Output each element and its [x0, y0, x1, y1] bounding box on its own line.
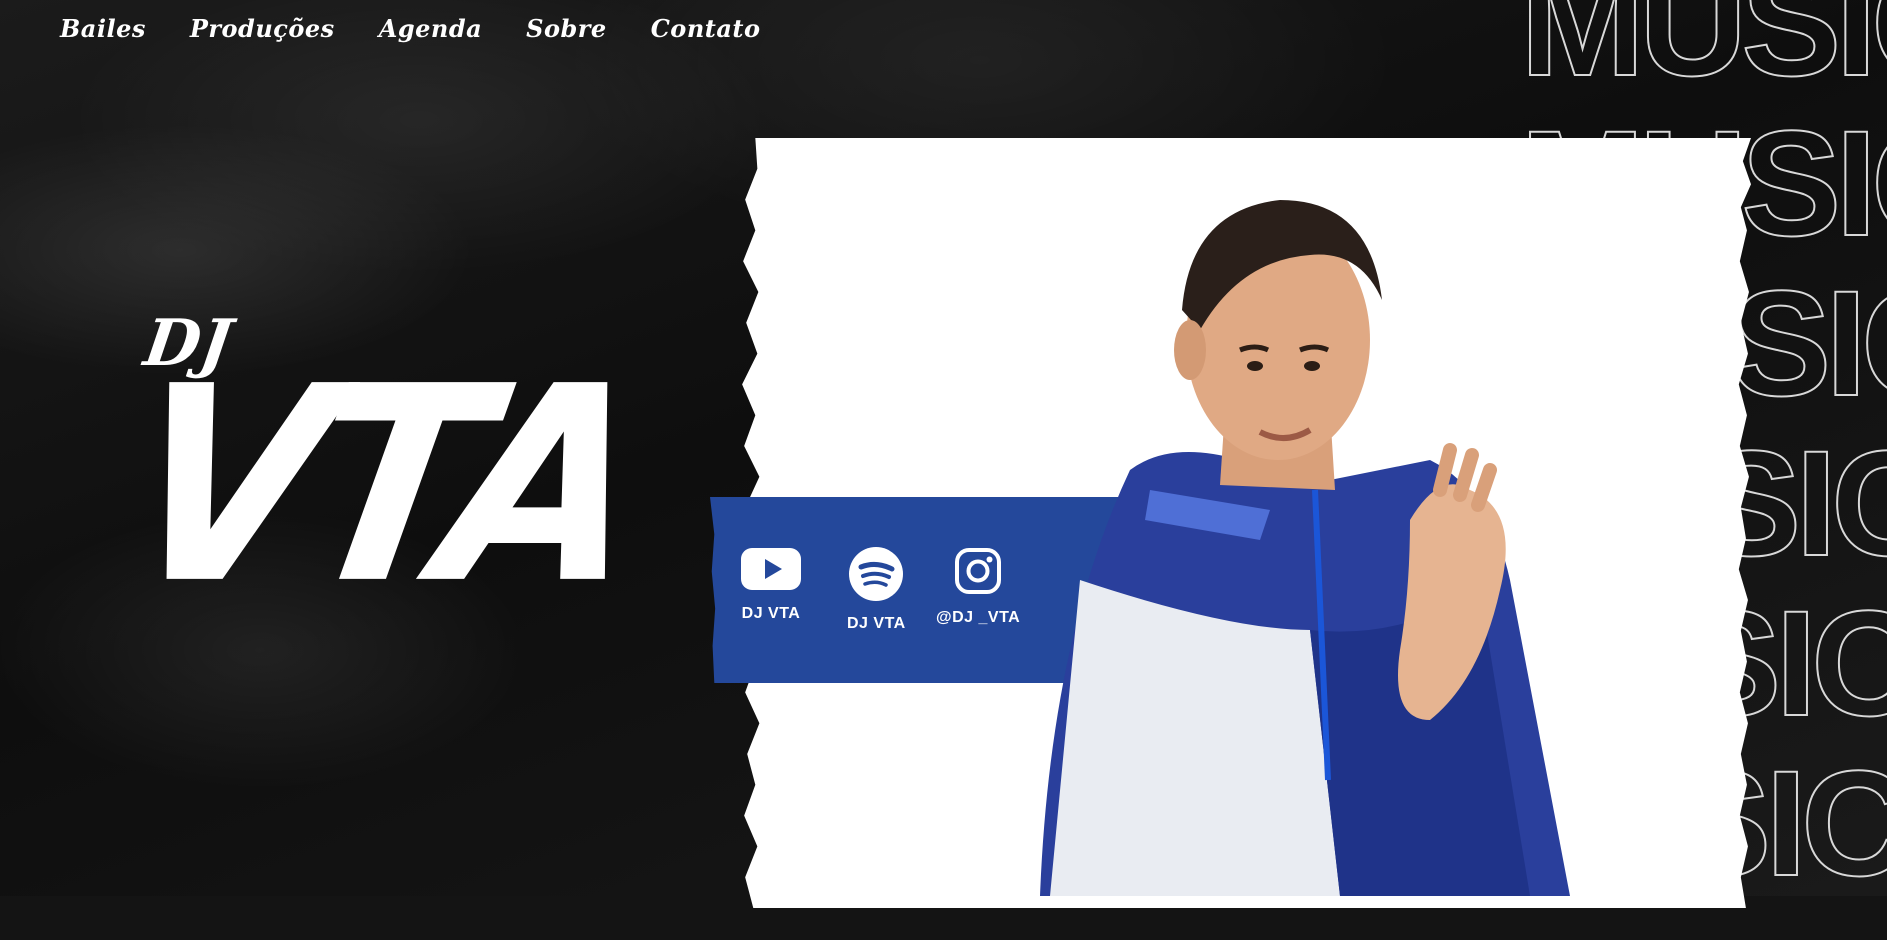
spotify-label: DJ VTA	[847, 615, 906, 632]
dj-portrait-image	[1010, 160, 1630, 896]
youtube-icon	[740, 547, 802, 595]
nav-link-contato[interactable]: Contato	[651, 14, 761, 43]
nav-link-agenda[interactable]: Agenda	[379, 14, 482, 43]
nav-link-producoes[interactable]: Produções	[190, 14, 335, 43]
dj-vta-logo: DJ VTA	[104, 300, 656, 660]
nav-link-sobre[interactable]: Sobre	[526, 14, 607, 43]
youtube-label: DJ VTA	[741, 605, 801, 622]
main-navigation: Bailes Produções Agenda Sobre Contato	[60, 14, 761, 43]
instagram-link[interactable]: @DJ _VTA	[936, 547, 1020, 627]
logo-vta-text: VTA	[104, 328, 656, 643]
spotify-icon	[849, 547, 904, 605]
music-word: MUSIC	[1520, 0, 1887, 107]
nav-link-bailes[interactable]: Bailes	[60, 14, 146, 43]
spotify-link[interactable]: DJ VTA	[847, 547, 906, 633]
instagram-label: @DJ _VTA	[936, 609, 1021, 626]
instagram-icon	[954, 547, 1002, 599]
youtube-link[interactable]: DJ VTA	[740, 547, 802, 623]
